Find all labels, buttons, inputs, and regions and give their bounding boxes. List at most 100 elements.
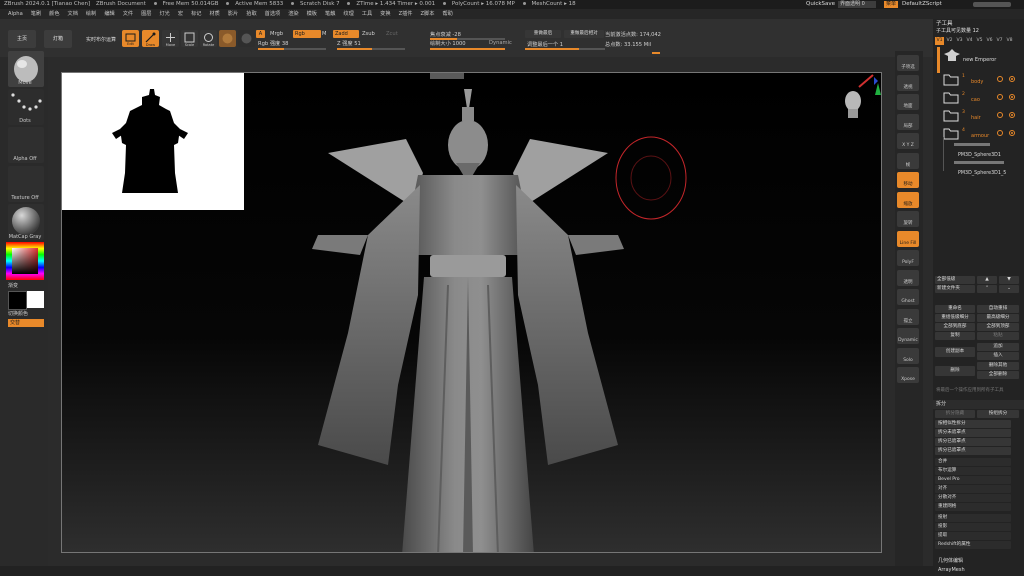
scale-mode-button[interactable]: Scale <box>181 30 198 47</box>
menu-item[interactable]: 文档 <box>68 11 78 17</box>
split-section-header[interactable]: 拆分 <box>933 400 1024 409</box>
right-shelf-button[interactable]: 孤立 <box>897 308 919 325</box>
right-shelf-button[interactable]: 局部 <box>897 113 919 130</box>
menu-item[interactable]: 纹理 <box>343 11 353 17</box>
zcut-button[interactable]: Zcut <box>386 31 398 37</box>
live-boolean-button[interactable]: 实时布尔运算 <box>86 36 116 43</box>
split-masked-2-button[interactable]: 拆分已遮罩点 <box>935 447 1011 455</box>
copy-button[interactable]: 复制 <box>935 332 975 340</box>
subtool-child-sphere2[interactable]: PM3D_Sphere3D1_5 <box>958 171 1006 176</box>
right-shelf-button[interactable]: 缩放 <box>897 191 919 208</box>
draw-size-slider[interactable] <box>430 48 505 50</box>
lightbox-button[interactable]: 灯箱 <box>44 30 72 48</box>
rgb-button[interactable]: Rgb <box>293 30 321 38</box>
subtool-thumbnail-emperor[interactable] <box>942 48 962 62</box>
menu-item[interactable]: 影片 <box>228 11 238 17</box>
split-polygroups-button[interactable]: 按组拆分 <box>977 410 1019 418</box>
append-button[interactable]: 追加 <box>977 343 1019 351</box>
rename-button[interactable]: 重命名 <box>935 305 975 313</box>
menu-item[interactable]: 笔触 <box>325 11 335 17</box>
mrgb-button[interactable]: Mrgb <box>270 31 283 37</box>
child-slider[interactable] <box>954 143 990 146</box>
version-tab[interactable]: V5 <box>975 37 984 45</box>
move-down-button[interactable]: ⌄ <box>999 285 1019 293</box>
menu-item[interactable]: Alpha <box>8 11 23 17</box>
right-shelf-button[interactable]: Ghost <box>897 289 919 305</box>
right-shelf-button[interactable]: 透明 <box>897 269 919 286</box>
edit-mode-button[interactable]: Edit <box>122 30 139 47</box>
folder-icon[interactable] <box>943 109 959 122</box>
right-shelf-button[interactable]: 子项选 <box>897 55 919 71</box>
move-mode-button[interactable]: Move <box>162 30 179 47</box>
split-masked-button[interactable]: 拆分已遮罩点 <box>935 438 1011 446</box>
right-shelf-button[interactable]: X Y Z <box>897 133 919 149</box>
move-up-button[interactable]: ⌃ <box>977 285 997 293</box>
project-section[interactable]: 投射 <box>935 514 1011 522</box>
groups-split-button[interactable]: 按相似性拆分 <box>935 420 1011 428</box>
adjust-last-slider[interactable] <box>525 48 605 50</box>
main-color-swatch[interactable] <box>8 291 27 310</box>
menu-item[interactable]: 宏 <box>178 11 183 17</box>
menu-item[interactable]: 颜色 <box>49 11 59 17</box>
folder-icon[interactable] <box>943 73 959 86</box>
menu-item[interactable]: 标记 <box>191 11 201 17</box>
alternate-button[interactable]: 交替 <box>8 319 44 327</box>
right-shelf-button[interactable]: Xpose <box>897 367 919 383</box>
dynamic-toggle[interactable]: Dynamic <box>489 40 512 46</box>
menu-item[interactable]: 灯光 <box>159 11 169 17</box>
child-slider-2[interactable] <box>954 161 1004 164</box>
subtool-header[interactable]: 子工具 <box>936 19 953 27</box>
right-shelf-button[interactable]: 透视 <box>897 74 919 91</box>
menu-item[interactable]: 渲染 <box>288 11 298 17</box>
material-sphere-button[interactable] <box>219 30 236 47</box>
insert-button[interactable]: 插入 <box>977 352 1019 360</box>
right-shelf-button[interactable]: Line Fill <box>897 230 919 247</box>
switch-color-label[interactable]: 切换颜色 <box>8 310 50 317</box>
right-shelf-button[interactable]: PolyF <box>897 250 919 266</box>
quicksave-button[interactable]: QuickSave <box>806 0 835 9</box>
navigation-gizmo[interactable] <box>835 73 882 125</box>
secondary-color-swatch[interactable] <box>27 291 44 308</box>
version-tab[interactable]: V7 <box>995 37 1004 45</box>
subtool-name[interactable]: hair <box>971 115 981 121</box>
paste-button[interactable]: 粘贴 <box>977 332 1019 340</box>
remesh-section[interactable]: 重建网格 <box>935 503 1011 511</box>
toolbar-scroll-indicator[interactable] <box>652 52 660 54</box>
distribute-section[interactable]: 分散对齐 <box>935 494 1011 502</box>
geometry-edit-section[interactable]: 几何体编辑 <box>938 557 963 564</box>
canvas-viewport[interactable] <box>61 72 882 553</box>
visibility-toggles[interactable] <box>995 75 1019 83</box>
version-tab[interactable]: V6 <box>985 37 994 45</box>
new-folder-button[interactable]: 新建文件夹 <box>935 285 975 293</box>
right-shelf-button[interactable]: 旋转 <box>897 211 919 227</box>
delete-all-button[interactable]: 全部删除 <box>977 371 1019 379</box>
all-high-button[interactable]: 最高级细分 <box>977 314 1019 322</box>
menu-item[interactable]: Z插件 <box>399 11 413 17</box>
zsub-button[interactable]: Zsub <box>362 31 375 37</box>
home-button[interactable]: 主页 <box>8 30 36 48</box>
right-shelf-button[interactable]: Solo <box>897 347 919 364</box>
right-shelf-button[interactable]: Dynamic <box>897 328 919 344</box>
window-controls[interactable] <box>973 2 1011 7</box>
all-low2-button[interactable]: 重组低级细分 <box>935 314 975 322</box>
menu-item[interactable]: 编辑 <box>104 11 114 17</box>
all-low-button[interactable]: 全部低级 <box>935 276 975 284</box>
version-tab[interactable]: V4 <box>965 37 974 45</box>
all-to-low-button[interactable]: 全部到底部 <box>935 323 975 331</box>
menu-item[interactable]: 帮助 <box>442 11 452 17</box>
texture-button[interactable] <box>238 30 255 47</box>
subtool-child-sphere1[interactable]: PM3D_Sphere3D1 <box>958 153 1001 158</box>
transparency-slider[interactable]: 界面透明 0 <box>838 1 876 8</box>
merge-section[interactable]: 合并 <box>935 458 1011 466</box>
bevel-pro-section[interactable]: Bevel Pro <box>935 476 1011 484</box>
folder-icon[interactable] <box>943 91 959 104</box>
right-shelf-button[interactable]: 帧 <box>897 152 919 169</box>
auto-reorder-button[interactable]: 自动重排 <box>977 305 1019 313</box>
extract2-section[interactable]: 提取 <box>935 532 1011 540</box>
menu-item[interactable]: 首选项 <box>265 11 281 17</box>
rgb-intensity-slider[interactable] <box>258 48 326 50</box>
subtool-name-emperor[interactable]: new Emperor <box>963 57 996 63</box>
a-button[interactable]: A <box>256 30 265 38</box>
z-intensity-slider[interactable] <box>337 48 405 50</box>
menu-item[interactable]: 材质 <box>209 11 219 17</box>
